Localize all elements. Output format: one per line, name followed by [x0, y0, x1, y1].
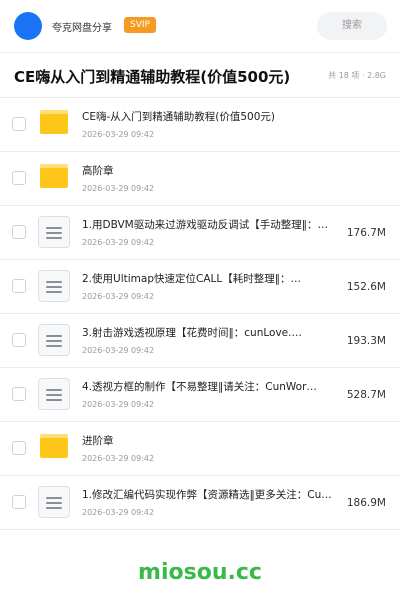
item-date: 2026-03-29 09:42 — [82, 400, 155, 409]
item-size: 528.7M — [346, 389, 386, 401]
item-name[interactable]: 2.使用Ultimap快速定位CALL【耗时整理‖：… — [82, 271, 344, 286]
select-checkbox[interactable] — [12, 387, 26, 401]
watermark: miosou.cc — [138, 560, 262, 585]
list-item[interactable]: 1.用DBVM驱动来过游戏驱动反调试【手动整理‖：… 2026-03-29 09:… — [0, 206, 400, 260]
item-date: 2026-03-29 09:42 — [82, 346, 155, 355]
item-size: 176.7M — [346, 227, 386, 239]
share-owner-name: 夸克网盘分享 — [52, 23, 112, 34]
list-item[interactable]: 4.透视方框的制作【不易整理‖请关注：CunWor… 2026-03-29 09:… — [0, 368, 400, 422]
item-date: 2026-03-29 09:42 — [82, 454, 155, 463]
svip-badge: SVIP — [124, 17, 156, 33]
list-item[interactable]: 进阶章 2026-03-29 09:42 — [0, 422, 400, 476]
document-icon — [38, 216, 70, 248]
select-checkbox[interactable] — [12, 171, 26, 185]
select-checkbox[interactable] — [12, 225, 26, 239]
list-item[interactable]: 3.射击游戏透视原理【花费时间‖：cunLove.… 2026-03-29 09:… — [0, 314, 400, 368]
list-item[interactable]: 1.修改汇编代码实现作弊【资源精选‖更多关注：Cu… 2026-03-29 09:… — [0, 476, 400, 530]
item-size: 186.9M — [346, 497, 386, 509]
item-size: 152.6M — [346, 281, 386, 293]
item-name[interactable]: 3.射击游戏透视原理【花费时间‖：cunLove.… — [82, 325, 344, 340]
page-title: CE嗨从入门到精通辅助教程(价值500元) — [14, 68, 291, 86]
list-item[interactable]: 2.使用Ultimap快速定位CALL【耗时整理‖：… 2026-03-29 09… — [0, 260, 400, 314]
list-item[interactable]: CE嗨-从入门到精通辅助教程(价值500元) 2026-03-29 09:42 — [0, 98, 400, 152]
folder-icon — [40, 434, 68, 458]
document-icon — [38, 378, 70, 410]
document-icon — [38, 270, 70, 302]
item-date: 2026-03-29 09:42 — [82, 130, 155, 139]
item-name[interactable]: 进阶章 — [82, 433, 344, 448]
item-name[interactable]: 1.修改汇编代码实现作弊【资源精选‖更多关注：Cu… — [82, 487, 344, 502]
item-name[interactable]: CE嗨-从入门到精通辅助教程(价值500元) — [82, 109, 344, 124]
item-name[interactable]: 4.透视方框的制作【不易整理‖请关注：CunWor… — [82, 379, 344, 394]
document-icon — [38, 324, 70, 356]
select-checkbox[interactable] — [12, 117, 26, 131]
item-date: 2026-03-29 09:42 — [82, 184, 155, 193]
folder-icon — [40, 110, 68, 134]
list-item[interactable]: 高阶章 2026-03-29 09:42 — [0, 152, 400, 206]
item-name[interactable]: 高阶章 — [82, 163, 344, 178]
header: 夸克网盘分享 SVIP 搜索 — [0, 0, 400, 52]
select-checkbox[interactable] — [12, 495, 26, 509]
folder-icon — [40, 164, 68, 188]
select-checkbox[interactable] — [12, 279, 26, 293]
item-date: 2026-03-29 09:42 — [82, 238, 155, 247]
avatar[interactable] — [14, 12, 42, 40]
item-size: 193.3M — [346, 335, 386, 347]
file-list: CE嗨-从入门到精通辅助教程(价值500元) 2026-03-29 09:42 高阶… — [0, 98, 400, 530]
select-checkbox[interactable] — [12, 441, 26, 455]
document-icon — [38, 486, 70, 518]
folder-meta: 共 18 项 · 2.8G — [328, 71, 386, 80]
item-date: 2026-03-29 09:42 — [82, 292, 155, 301]
select-checkbox[interactable] — [12, 333, 26, 347]
item-name[interactable]: 1.用DBVM驱动来过游戏驱动反调试【手动整理‖：… — [82, 217, 344, 232]
title-bar: CE嗨从入门到精通辅助教程(价值500元) 共 18 项 · 2.8G — [0, 52, 400, 98]
search-input[interactable]: 搜索 — [317, 12, 387, 40]
item-date: 2026-03-29 09:42 — [82, 508, 155, 517]
